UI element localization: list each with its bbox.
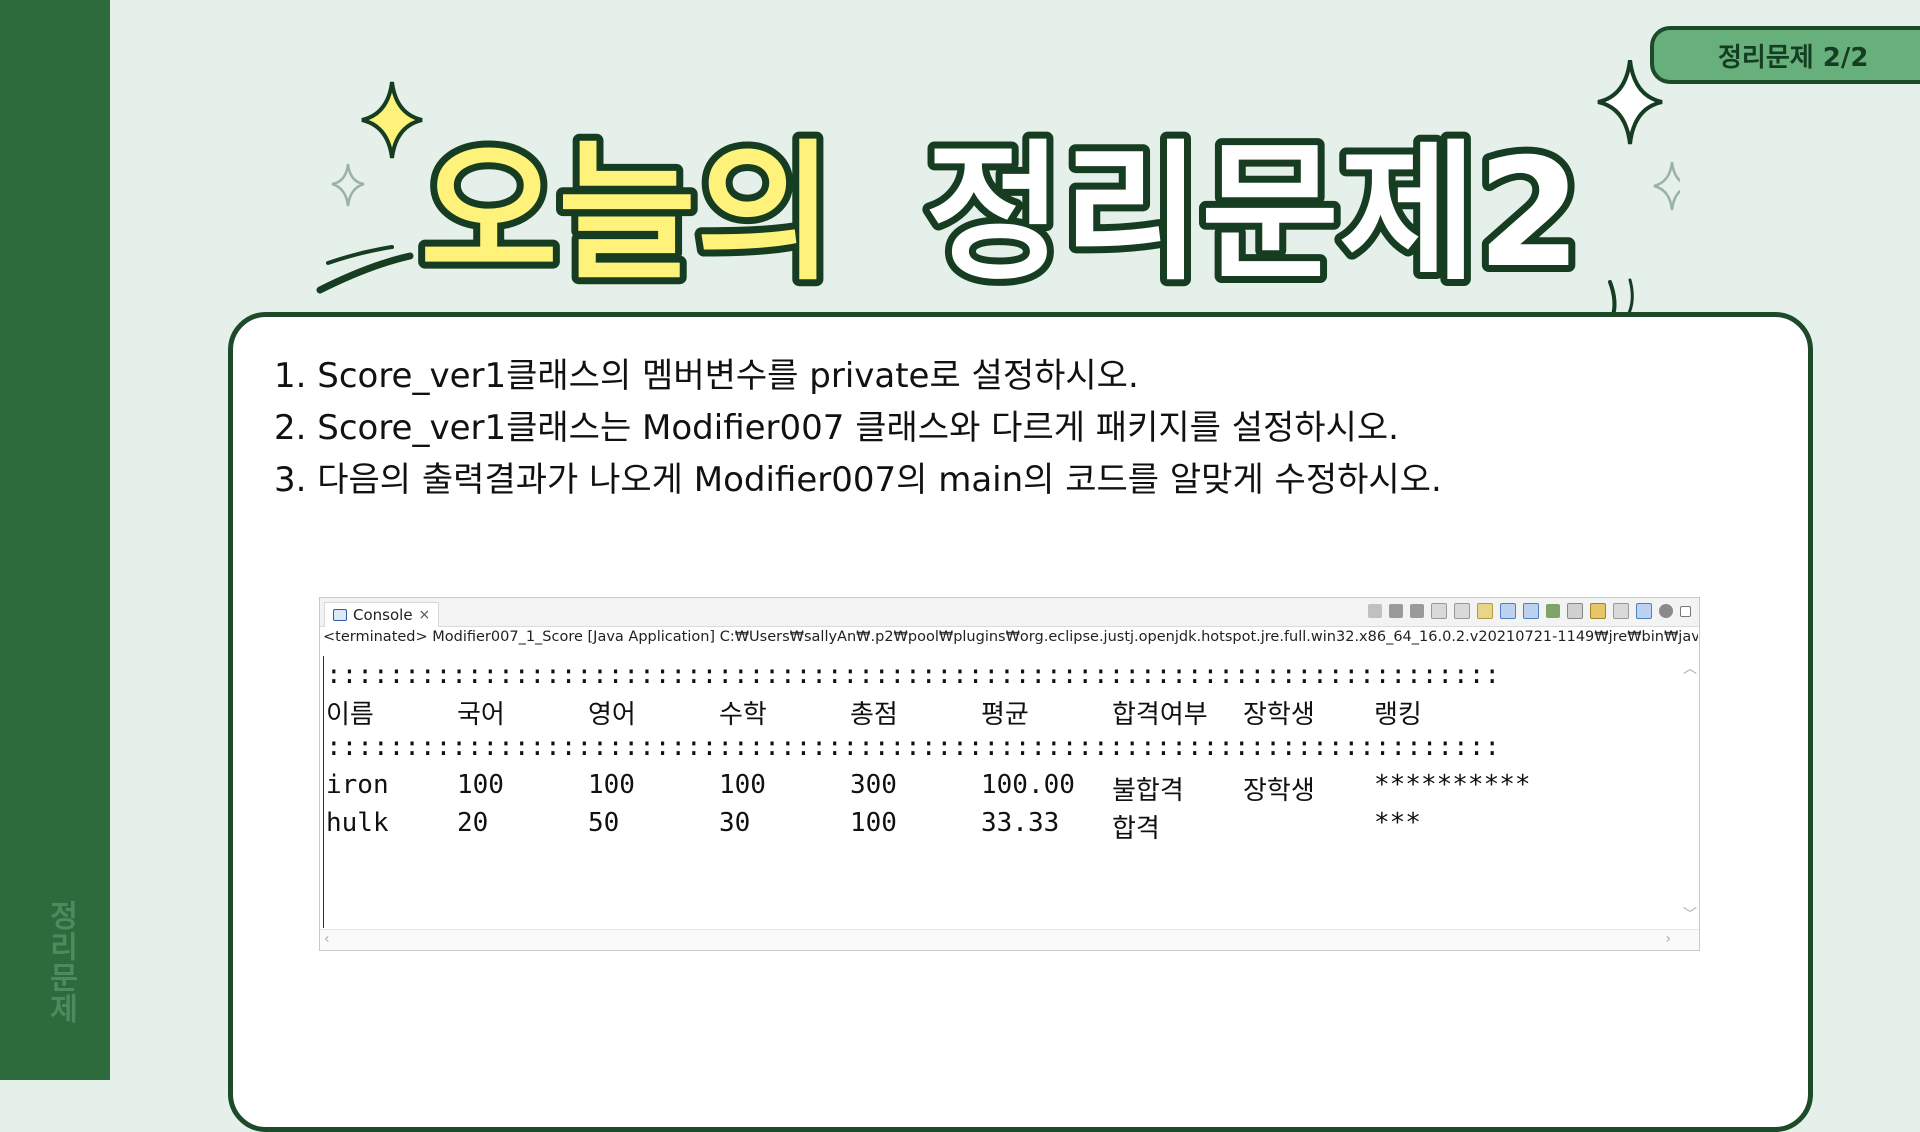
- scroll-lock-icon[interactable]: [1454, 603, 1470, 619]
- console-icon: [333, 609, 347, 621]
- header-scholarship: 장학생: [1243, 700, 1315, 730]
- header-math: 수학: [719, 700, 767, 730]
- page-title: 오늘의 정리문제2: [316, 60, 1680, 344]
- cell-pass: 불합격: [1112, 776, 1184, 806]
- clear-console-icon[interactable]: [1431, 603, 1447, 619]
- scroll-down-icon[interactable]: ﹀: [1683, 904, 1697, 924]
- display-console-icon[interactable]: [1567, 603, 1583, 619]
- header-english: 영어: [588, 700, 636, 730]
- question-1: 1. Score_ver1클래스의 멤버변수를 private로 설정하시오.: [274, 356, 1139, 396]
- vertical-scrollbar[interactable]: ︿ ﹀: [1679, 656, 1699, 928]
- open-console-icon[interactable]: [1590, 603, 1606, 619]
- cell-math: 30: [719, 808, 751, 838]
- terminate-icon[interactable]: [1368, 604, 1382, 618]
- show-stderr-icon[interactable]: [1523, 603, 1539, 619]
- cell-average: 33.33: [981, 808, 1060, 838]
- cell-name: iron: [326, 770, 389, 800]
- cell-ranking: ***: [1374, 808, 1421, 838]
- separator-line: ::::::::::::::::::::::::::::::::::::::::…: [326, 660, 1500, 690]
- cell-total: 300: [850, 770, 897, 800]
- header-pass: 합격여부: [1112, 700, 1208, 730]
- console-tabbar: Console ×: [320, 598, 1699, 627]
- sparkle-icon: [1653, 161, 1680, 211]
- cell-english: 50: [588, 808, 620, 838]
- console-view: Console × <terminated> Modifier007_1_Sco…: [319, 597, 1700, 951]
- header-korean: 국어: [457, 700, 505, 730]
- sidebar-label: 정리문제: [43, 900, 78, 1024]
- remove-all-icon[interactable]: [1410, 604, 1424, 618]
- scroll-right-icon[interactable]: ›: [1665, 931, 1671, 947]
- sidebar: 정리문제: [0, 0, 110, 1080]
- sparkle-icon: [1597, 60, 1663, 145]
- text-style-icon[interactable]: [1636, 603, 1652, 619]
- console-output: ::::::::::::::::::::::::::::::::::::::::…: [323, 656, 1664, 928]
- page-badge: 정리문제 2/2: [1650, 26, 1920, 84]
- console-status-line: <terminated> Modifier007_1_Score [Java A…: [323, 629, 1698, 645]
- header-average: 평균: [981, 700, 1029, 730]
- title-part-2: 정리문제2: [925, 127, 1581, 301]
- header-total: 총점: [850, 700, 898, 730]
- title-part-1: 오늘의: [420, 127, 834, 301]
- scroll-up-icon[interactable]: ︿: [1683, 658, 1697, 678]
- cell-ranking: **********: [1374, 770, 1531, 800]
- gear-icon[interactable]: [1659, 604, 1673, 618]
- scroll-left-icon[interactable]: ‹: [324, 931, 330, 947]
- cell-korean: 20: [457, 808, 489, 838]
- restore-icon[interactable]: [1680, 605, 1691, 617]
- word-wrap-icon[interactable]: [1477, 603, 1493, 619]
- header-name: 이름: [326, 700, 374, 730]
- cell-korean: 100: [457, 770, 504, 800]
- cell-math: 100: [719, 770, 766, 800]
- cell-pass: 합격: [1112, 814, 1160, 844]
- cell-english: 100: [588, 770, 635, 800]
- pin-console-icon[interactable]: [1546, 604, 1560, 618]
- cell-name: hulk: [326, 808, 389, 838]
- sparkle-icon: [361, 81, 423, 159]
- show-stdout-icon[interactable]: [1500, 603, 1516, 619]
- sparkle-icon: [331, 163, 365, 207]
- cell-scholarship: 장학생: [1243, 776, 1315, 806]
- question-list: 1. Score_ver1클래스의 멤버변수를 private로 설정하시오. …: [274, 350, 1774, 506]
- question-3: 3. 다음의 출력결과가 나오게 Modifier007의 main의 코드를 …: [274, 460, 1442, 500]
- question-2: 2. Score_ver1클래스는 Modifier007 클래스와 다르게 패…: [274, 408, 1399, 448]
- copy-icon[interactable]: [1613, 603, 1629, 619]
- console-tab-label: Console: [353, 606, 413, 624]
- cell-average: 100.00: [981, 770, 1075, 800]
- horizontal-scrollbar[interactable]: ‹ ›: [320, 929, 1699, 950]
- close-icon[interactable]: ×: [419, 607, 431, 623]
- console-tab[interactable]: Console ×: [324, 602, 440, 627]
- header-ranking: 랭킹: [1374, 700, 1422, 730]
- separator-line: ::::::::::::::::::::::::::::::::::::::::…: [326, 732, 1500, 762]
- remove-launch-icon[interactable]: [1389, 604, 1403, 618]
- cell-total: 100: [850, 808, 897, 838]
- console-toolbar: [1368, 603, 1691, 619]
